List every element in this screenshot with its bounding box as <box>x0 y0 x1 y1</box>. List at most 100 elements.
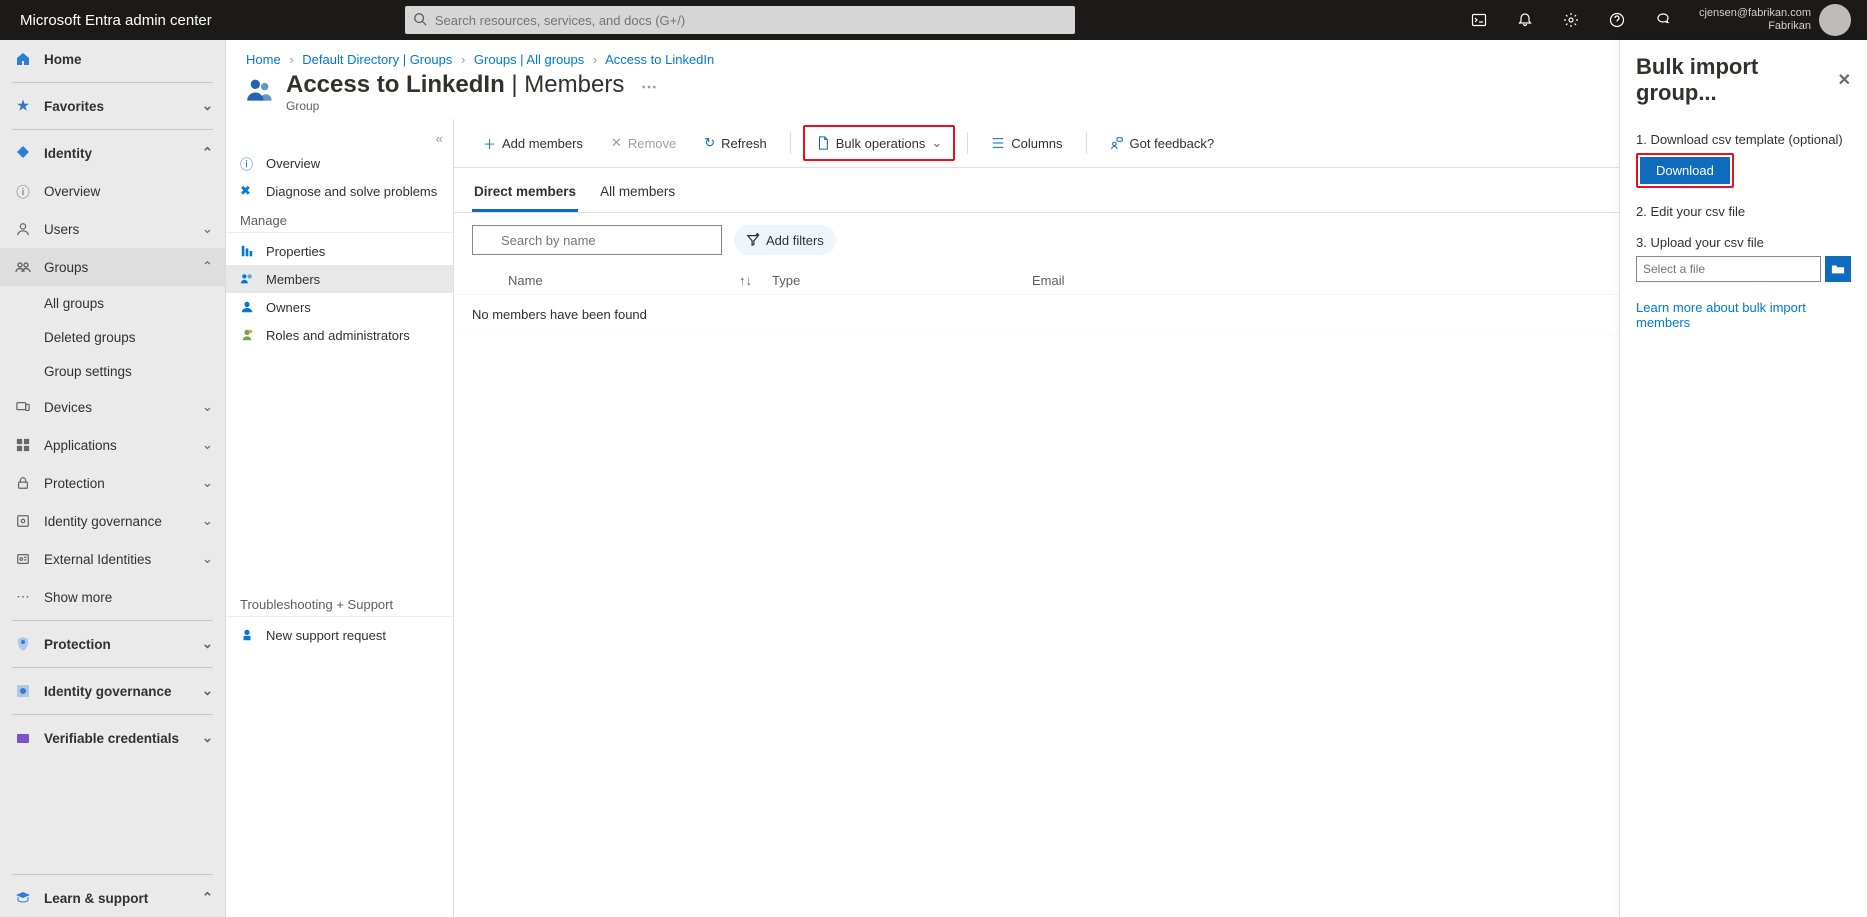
nav-identity-governance-section[interactable]: Identity governance ⌄ <box>0 672 225 710</box>
resmenu-troubleshoot-header: Troubleshooting + Support <box>226 589 453 617</box>
nav-show-more[interactable]: ⋯ Show more <box>0 578 225 616</box>
chevron-down-icon: ⌄ <box>202 730 213 746</box>
resmenu-owners[interactable]: Owners <box>226 293 453 321</box>
diagnose-icon: ✖ <box>240 183 256 199</box>
chevron-down-icon: ⌄ <box>202 636 213 652</box>
sort-icon[interactable]: ↑↓ <box>739 273 752 288</box>
file-icon <box>816 136 830 150</box>
nav-identity-governance[interactable]: Identity governance ⌄ <box>0 502 225 540</box>
chevron-down-icon: ⌄ <box>202 221 213 237</box>
nav-identity[interactable]: Identity ⌃ <box>0 134 225 172</box>
search-icon <box>413 12 427 26</box>
more-actions-icon[interactable]: ⋯ <box>641 79 657 96</box>
person-feedback-icon <box>1110 136 1124 150</box>
help-icon[interactable] <box>1599 0 1635 40</box>
close-icon[interactable]: ✕ <box>1838 70 1851 90</box>
governance-icon <box>14 682 32 700</box>
user-tenant: Fabrikan <box>1699 20 1811 33</box>
home-icon <box>14 50 32 68</box>
columns-button[interactable]: Columns <box>980 127 1073 159</box>
identity-icon <box>14 144 32 162</box>
breadcrumb-group[interactable]: Access to LinkedIn <box>605 52 714 67</box>
nav-home[interactable]: Home <box>0 40 225 78</box>
nav-group-settings[interactable]: Group settings <box>0 354 225 388</box>
chevron-down-icon: ⌄ <box>202 437 213 453</box>
nav-deleted-groups[interactable]: Deleted groups <box>0 320 225 354</box>
breadcrumb-directory[interactable]: Default Directory | Groups <box>302 52 452 67</box>
remove-icon: ✕ <box>611 135 622 151</box>
nav-applications[interactable]: Applications ⌄ <box>0 426 225 464</box>
governance-icon <box>14 512 32 530</box>
nav-protection[interactable]: Protection ⌄ <box>0 464 225 502</box>
chevron-down-icon: ⌄ <box>202 399 213 415</box>
feedback-icon[interactable] <box>1645 0 1681 40</box>
global-search-input[interactable] <box>405 6 1075 34</box>
bulk-import-panel: Bulk import group... ✕ 1. Download csv t… <box>1619 40 1867 917</box>
columns-icon <box>991 136 1005 150</box>
user-icon <box>14 220 32 238</box>
chevron-down-icon: ⌄ <box>202 98 213 114</box>
nav-devices[interactable]: Devices ⌄ <box>0 388 225 426</box>
add-members-button[interactable]: ＋ Add members <box>472 127 594 159</box>
avatar <box>1819 4 1851 36</box>
nav-groups[interactable]: Groups ⌃ <box>0 248 225 286</box>
resmenu-properties[interactable]: Properties <box>226 237 453 265</box>
panel-title: Bulk import group... <box>1636 54 1838 106</box>
chevron-down-icon: ⌄ <box>202 513 213 529</box>
collapse-menu-icon[interactable]: « <box>226 131 453 149</box>
refresh-button[interactable]: ↻ Refresh <box>693 127 777 159</box>
panel-step-2: 2. Edit your csv file <box>1636 204 1851 219</box>
refresh-icon: ↻ <box>704 135 715 151</box>
notifications-icon[interactable] <box>1507 0 1543 40</box>
col-email-header[interactable]: Email <box>1032 273 1065 288</box>
chevron-down-icon: ⌄ <box>931 135 942 151</box>
user-account-chip[interactable]: cjensen@fabrikan.com Fabrikan <box>1691 0 1859 40</box>
nav-users[interactable]: Users ⌄ <box>0 210 225 248</box>
download-template-button[interactable]: Download <box>1640 157 1730 184</box>
col-type-header[interactable]: Type <box>772 273 800 288</box>
chevron-up-icon: ⌃ <box>202 890 213 906</box>
nav-protection-section[interactable]: Protection ⌄ <box>0 625 225 663</box>
nav-external-identities[interactable]: External Identities ⌄ <box>0 540 225 578</box>
add-filters-button[interactable]: Add filters <box>734 225 836 255</box>
cloud-shell-icon[interactable] <box>1461 0 1497 40</box>
browse-file-button[interactable] <box>1825 256 1851 282</box>
breadcrumb-all-groups[interactable]: Groups | All groups <box>474 52 584 67</box>
resmenu-overview[interactable]: ⓘ Overview <box>226 149 453 177</box>
settings-icon[interactable] <box>1553 0 1589 40</box>
tab-direct-members[interactable]: Direct members <box>472 178 578 212</box>
page-subtitle: Group <box>286 99 657 113</box>
remove-button: ✕ Remove <box>600 127 687 159</box>
lock-icon <box>14 474 32 492</box>
search-members-input[interactable] <box>472 225 722 255</box>
file-select-input[interactable] <box>1636 256 1821 282</box>
plus-icon: ＋ <box>483 134 496 153</box>
panel-step-3: 3. Upload your csv file <box>1636 235 1851 250</box>
credentials-icon <box>14 729 32 747</box>
col-name-header[interactable]: Name <box>508 273 543 288</box>
support-icon <box>240 628 256 642</box>
resmenu-diagnose[interactable]: ✖ Diagnose and solve problems <box>226 177 453 205</box>
nav-learn-support[interactable]: Learn & support ⌃ <box>0 879 225 917</box>
top-bar: Microsoft Entra admin center cjensen@fab… <box>0 0 1867 40</box>
resmenu-roles[interactable]: Roles and administrators <box>226 321 453 349</box>
brand-name: Microsoft Entra admin center <box>8 12 212 29</box>
resmenu-members[interactable]: Members <box>226 265 453 293</box>
chevron-up-icon: ⌃ <box>202 145 213 161</box>
nav-identity-overview[interactable]: ⓘ Overview <box>0 172 225 210</box>
tab-all-members[interactable]: All members <box>598 178 677 212</box>
chevron-down-icon: ⌄ <box>202 551 213 567</box>
owners-icon <box>240 300 256 314</box>
bulk-operations-button[interactable]: Bulk operations ⌄ <box>805 127 954 159</box>
nav-verifiable-credentials[interactable]: Verifiable credentials ⌄ <box>0 719 225 757</box>
primary-nav-sidebar: Home ★ Favorites ⌄ Identity ⌃ ⓘ Overview… <box>0 40 226 917</box>
learn-more-link[interactable]: Learn more about bulk import members <box>1636 300 1851 330</box>
resmenu-support[interactable]: New support request <box>226 621 453 649</box>
info-icon: ⓘ <box>14 182 32 200</box>
feedback-button[interactable]: Got feedback? <box>1099 127 1226 159</box>
breadcrumb-home[interactable]: Home <box>246 52 281 67</box>
resource-menu: « ⓘ Overview ✖ Diagnose and solve proble… <box>226 119 454 917</box>
nav-all-groups[interactable]: All groups <box>0 286 225 320</box>
roles-icon <box>240 328 256 342</box>
nav-favorites[interactable]: ★ Favorites ⌄ <box>0 87 225 125</box>
